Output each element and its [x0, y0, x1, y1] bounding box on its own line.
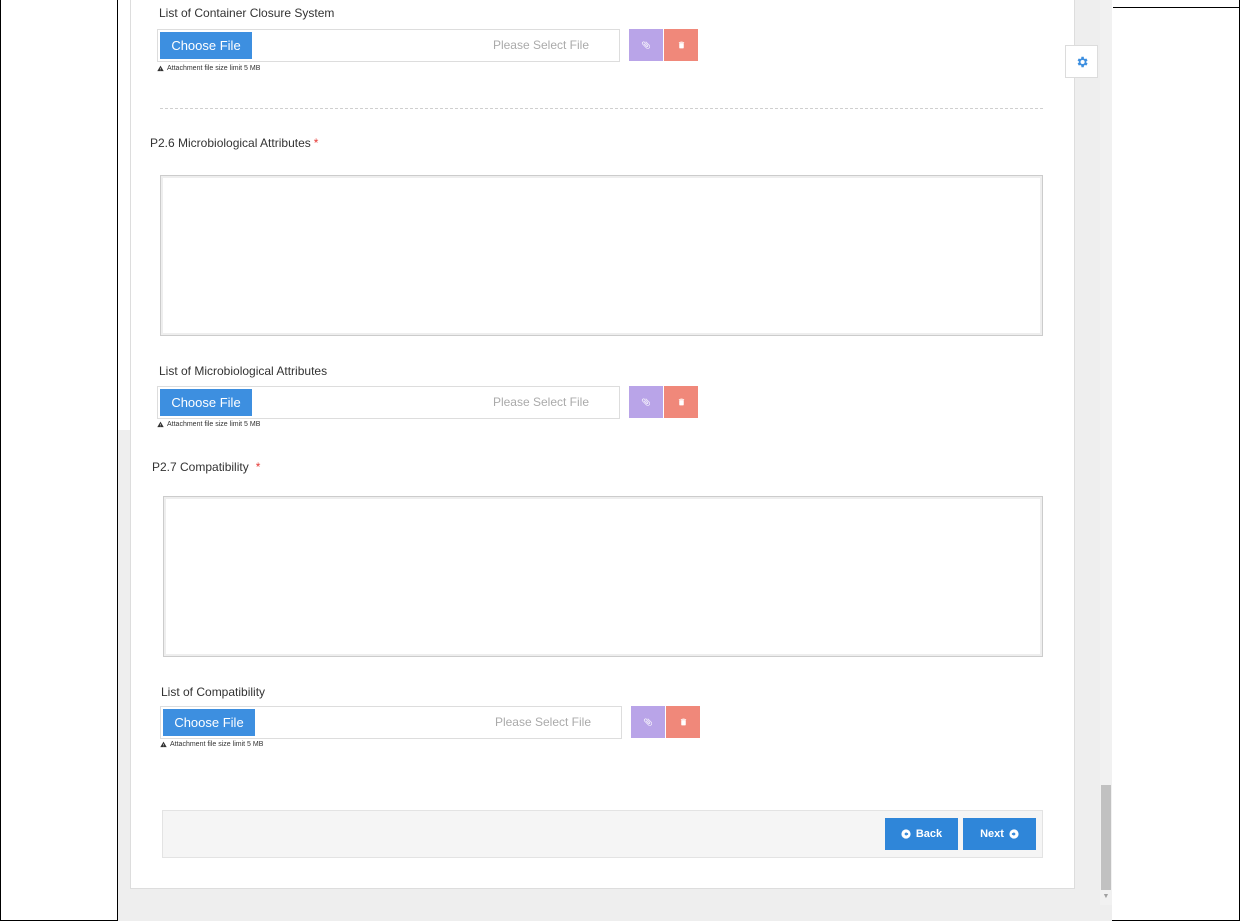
window-border-left: [0, 0, 1, 921]
choose-file-button[interactable]: Choose File: [160, 389, 252, 416]
container-closure-list-label: List of Container Closure System: [159, 6, 335, 20]
warning-icon: [157, 65, 164, 72]
compatibility-title-text: P2.7 Compatibility: [152, 460, 249, 474]
attachment-hint: Attachment file size limit 5 MB: [157, 421, 260, 428]
trash-icon: [678, 41, 684, 49]
microbiological-file-input[interactable]: Choose File Please Select File: [157, 386, 620, 419]
scroll-down-icon[interactable]: ▼: [1100, 892, 1112, 902]
attachment-hint-text: Attachment file size limit 5 MB: [167, 65, 261, 72]
choose-file-button[interactable]: Choose File: [160, 32, 252, 59]
scrollbar[interactable]: [1100, 0, 1112, 905]
form-panel: [130, 0, 1075, 889]
trash-icon: [680, 718, 686, 726]
file-placeholder: Please Select File: [492, 38, 589, 52]
section-divider: [160, 108, 1043, 109]
required-marker: *: [313, 136, 319, 150]
next-button[interactable]: Next: [963, 818, 1036, 850]
paperclip-icon: [643, 718, 652, 726]
container-closure-file-input[interactable]: Choose File Please Select File: [157, 29, 620, 62]
attachment-hint: Attachment file size limit 5 MB: [160, 741, 263, 748]
choose-file-button[interactable]: Choose File: [163, 709, 255, 736]
compatibility-title: P2.7 Compatibility *: [152, 460, 260, 474]
attachment-hint-text: Attachment file size limit 5 MB: [170, 741, 264, 748]
circle-arrow-left-icon: [901, 829, 911, 839]
delete-button[interactable]: [666, 706, 700, 738]
paperclip-icon: [641, 398, 650, 406]
delete-button[interactable]: [664, 29, 698, 61]
warning-icon: [160, 741, 167, 748]
attach-button[interactable]: [631, 706, 665, 738]
next-button-label: Next: [980, 828, 1004, 840]
paperclip-icon: [641, 41, 650, 49]
scrollbar-thumb[interactable]: [1101, 785, 1111, 890]
back-button[interactable]: Back: [885, 818, 958, 850]
file-placeholder: Please Select File: [492, 395, 589, 409]
compatibility-file-input[interactable]: Choose File Please Select File: [160, 706, 622, 739]
microbiological-title: P2.6 Microbiological Attributes *: [150, 136, 318, 150]
compatibility-textarea[interactable]: [163, 496, 1043, 657]
circle-arrow-right-icon: [1009, 829, 1019, 839]
attach-button[interactable]: [629, 29, 663, 61]
microbiological-textarea[interactable]: [160, 175, 1043, 336]
attachment-hint: Attachment file size limit 5 MB: [157, 65, 260, 72]
trash-icon: [678, 398, 684, 406]
microbiological-list-label: List of Microbiological Attributes: [159, 364, 328, 378]
compatibility-list-label: List of Compatibility: [161, 685, 266, 699]
attach-button[interactable]: [629, 386, 663, 418]
required-marker: *: [255, 460, 261, 474]
window-border-top: [1113, 7, 1240, 8]
back-button-label: Back: [915, 828, 943, 840]
gear-icon: [1077, 56, 1088, 67]
attachment-hint-text: Attachment file size limit 5 MB: [167, 421, 261, 428]
file-placeholder: Please Select File: [494, 715, 591, 729]
delete-button[interactable]: [664, 386, 698, 418]
settings-button[interactable]: [1065, 45, 1098, 78]
form-panel-upper: [118, 0, 130, 430]
warning-icon: [157, 421, 164, 428]
microbiological-title-text: P2.6 Microbiological Attributes: [150, 136, 311, 150]
